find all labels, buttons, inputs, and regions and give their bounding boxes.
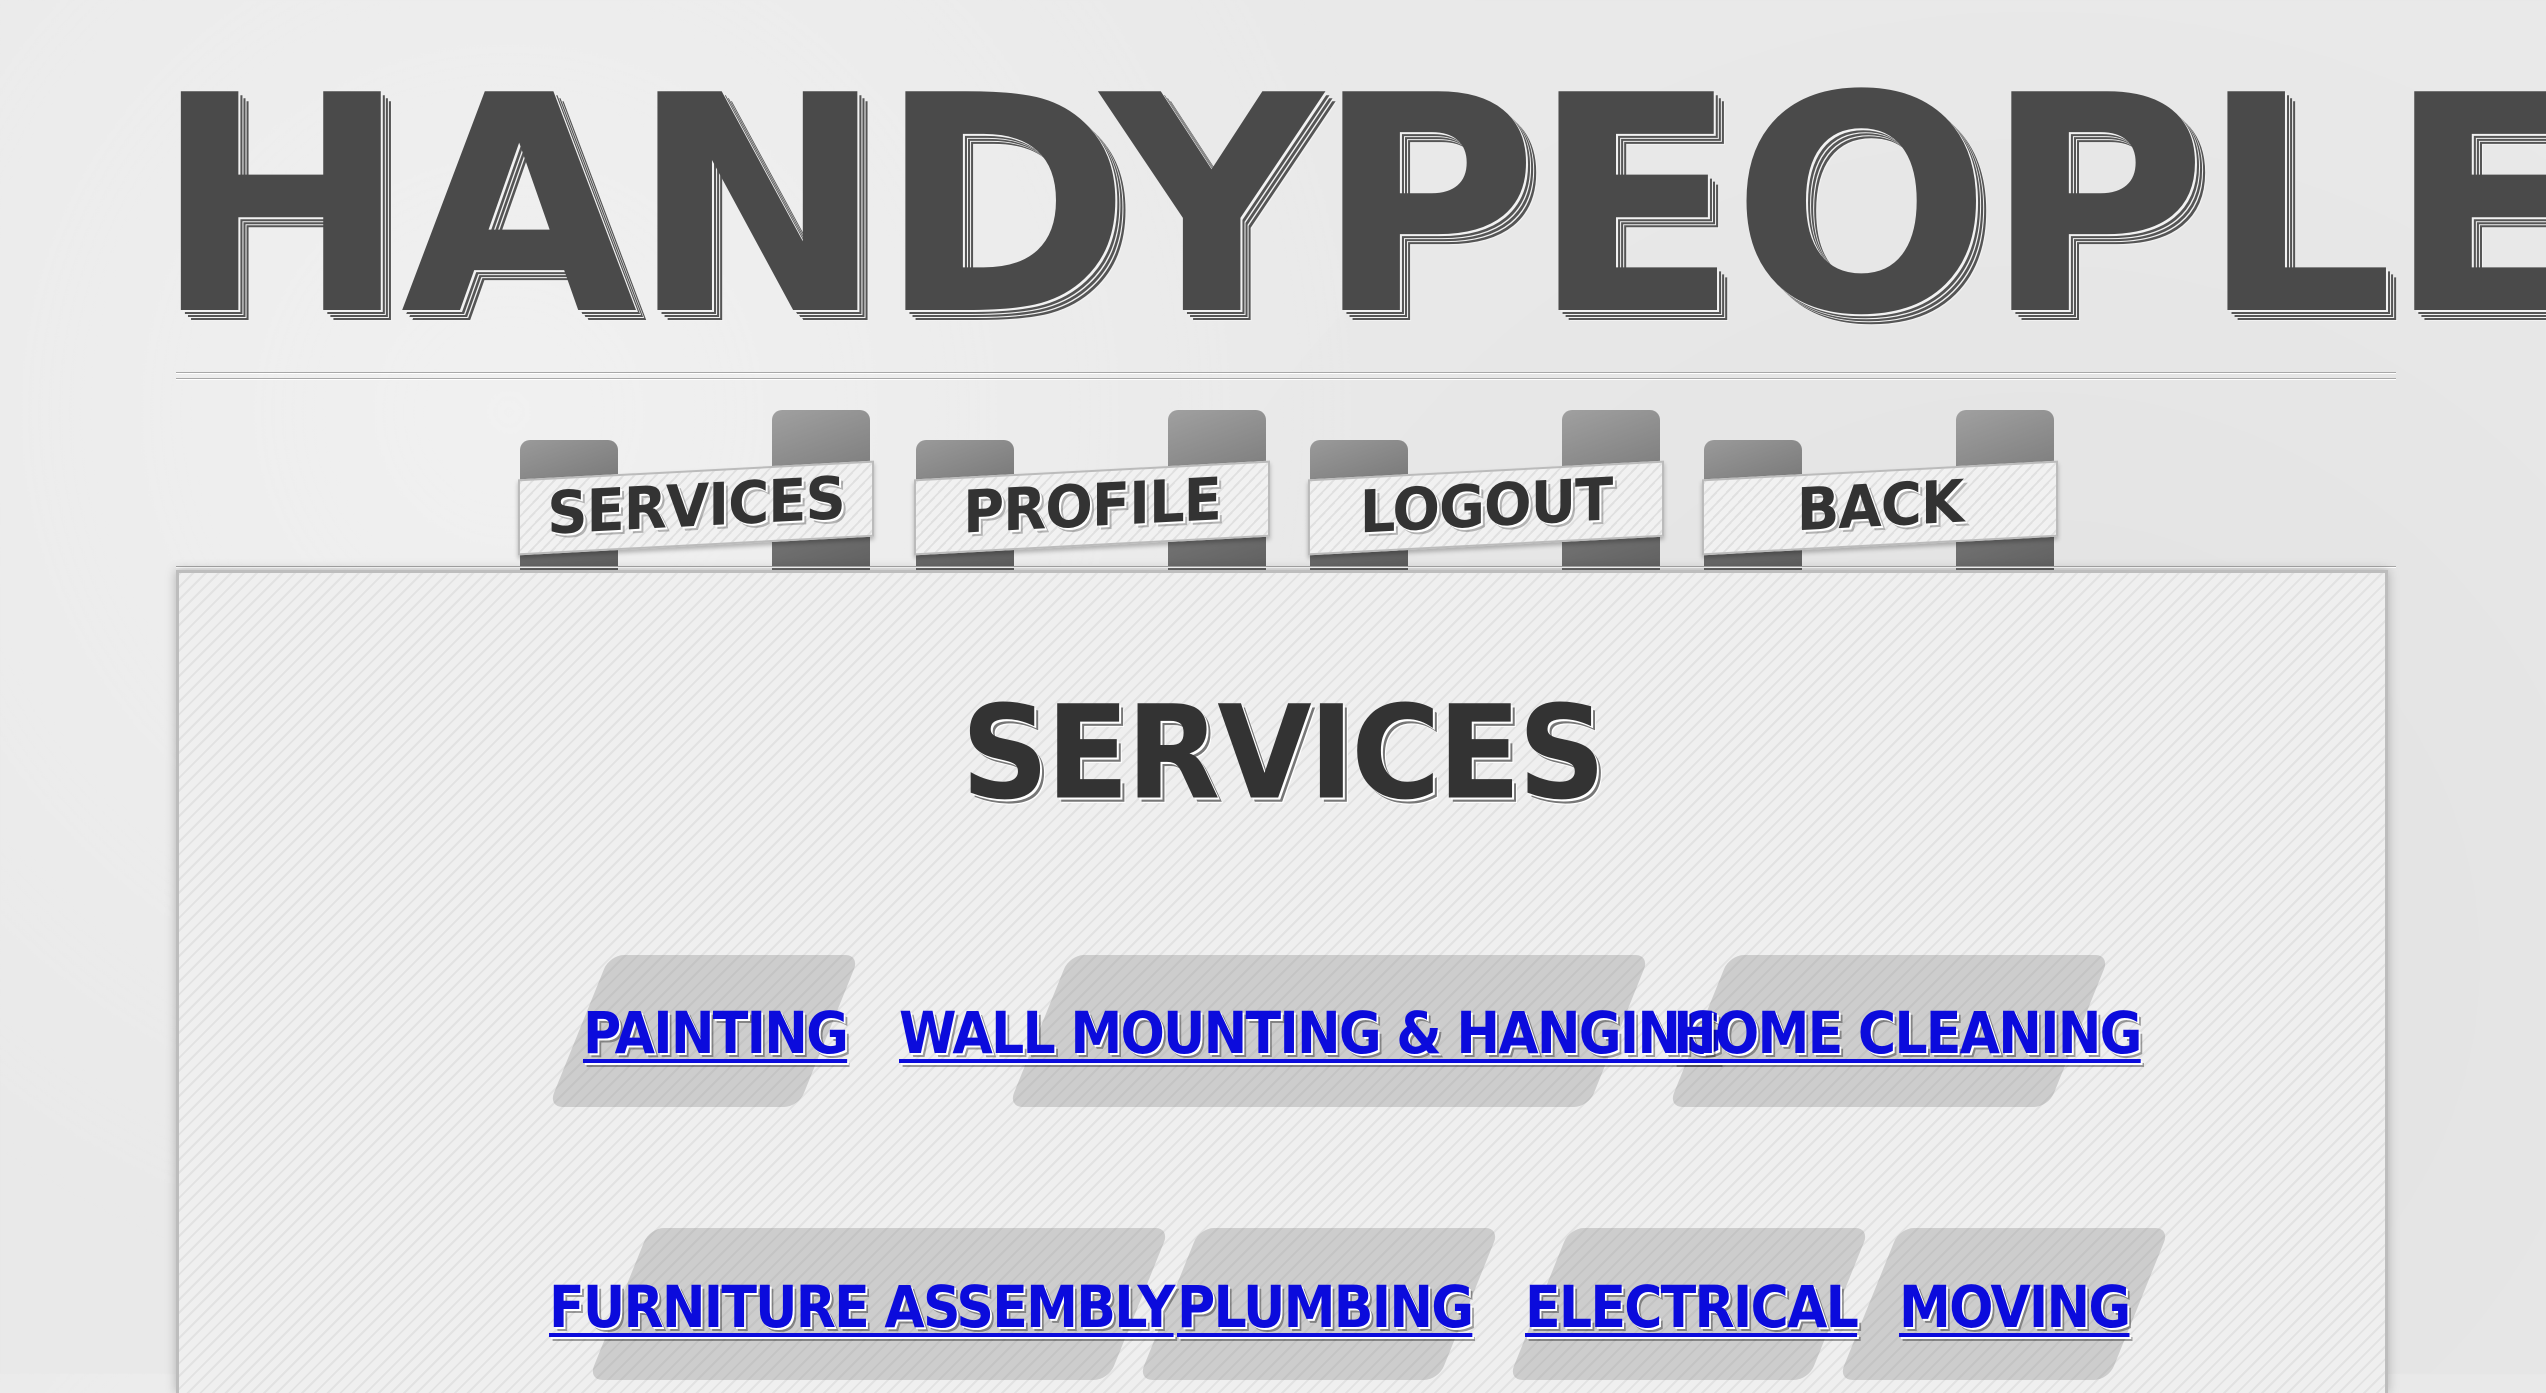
- tab-logout[interactable]: LOGOUT: [1308, 410, 1664, 570]
- tab-services[interactable]: SERVICES: [518, 410, 874, 570]
- page-title: SERVICES: [961, 677, 1606, 829]
- service-link-painting[interactable]: PAINTING: [583, 993, 849, 1073]
- service-link-electrical[interactable]: ELECTRICAL: [1525, 1267, 1859, 1347]
- header-divider-secondary: [176, 378, 2396, 380]
- service-link-plumbing[interactable]: PLUMBING: [1177, 1267, 1474, 1347]
- header-divider: [176, 372, 2396, 374]
- tab-profile[interactable]: PROFILE: [914, 410, 1270, 570]
- tab-back[interactable]: BACK: [1702, 410, 2058, 570]
- nav-divider: [176, 566, 2396, 568]
- site-logo: HANDYPEOPLE: [152, 32, 2546, 381]
- main-navigation: SERVICES PROFILE LOGOUT BACK: [0, 410, 2546, 570]
- services-panel: SERVICES PAINTING WALL MOUNTING & HANGIN…: [176, 570, 2388, 1393]
- service-link-furniture-assembly[interactable]: FURNITURE ASSEMBLY: [549, 1267, 1175, 1347]
- service-link-wall-mounting-hanging[interactable]: WALL MOUNTING & HANGING: [899, 993, 1722, 1073]
- service-link-home-cleaning[interactable]: HOME CLEANING: [1673, 993, 2143, 1073]
- service-link-moving[interactable]: MOVING: [1899, 1267, 2131, 1347]
